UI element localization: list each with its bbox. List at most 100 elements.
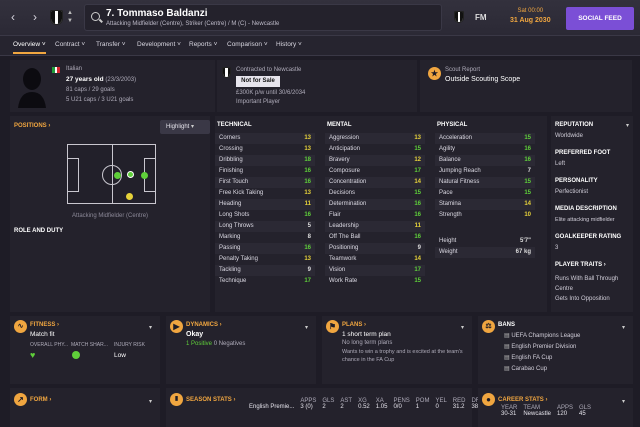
- attribute-row[interactable]: Flair 16: [325, 210, 425, 221]
- attribute-row[interactable]: Balance 16: [435, 155, 535, 166]
- traits-label[interactable]: PLAYER TRAITS ›: [555, 262, 606, 268]
- attribute-name: Marking: [219, 234, 241, 240]
- social-feed-button[interactable]: SOCIAL FEED: [566, 7, 634, 30]
- attribute-row[interactable]: Technique 17: [215, 276, 315, 287]
- positions-title[interactable]: POSITIONS ›: [14, 123, 50, 129]
- contract-title: Contracted to Newcastle: [236, 67, 302, 73]
- game-date[interactable]: Sat 00:00 31 Aug 2030: [510, 6, 551, 26]
- table-cell: 3 (0): [300, 404, 313, 410]
- attribute-row[interactable]: Vision 17: [325, 265, 425, 276]
- injury-risk-label: INJURY RISK: [114, 342, 145, 348]
- info-sidebar: REPUTATION ▾ Worldwide PREFERRED FOOT Le…: [551, 116, 633, 312]
- attribute-row[interactable]: Pace 15: [435, 188, 535, 199]
- attribute-row[interactable]: Determination 16: [325, 199, 425, 210]
- chevron-down-icon[interactable]: ▾: [461, 324, 464, 331]
- tab-development[interactable]: Development ˅: [137, 41, 181, 48]
- tab-transfer[interactable]: Transfer ˅: [96, 41, 126, 48]
- chevron-down-icon[interactable]: ▾: [149, 398, 152, 405]
- attribute-row[interactable]: First Touch 16: [215, 177, 315, 188]
- chevron-down-icon[interactable]: ▾: [622, 398, 625, 405]
- table-row[interactable]: 30-31 Newcastle 120 45: [498, 411, 594, 417]
- position-dot-mc[interactable]: [114, 172, 121, 179]
- club-badge-icon[interactable]: [454, 11, 464, 23]
- chevron-down-icon[interactable]: ▾: [149, 324, 152, 331]
- bans-title: BANS: [498, 322, 516, 328]
- position-dot-amc[interactable]: [127, 171, 134, 178]
- chevron-down-icon: ▾: [191, 124, 195, 130]
- chevron-down-icon[interactable]: ▾: [626, 122, 629, 129]
- dynamics-title[interactable]: DYNAMICS ›: [186, 322, 222, 328]
- attribute-value: 17: [304, 278, 311, 284]
- highlight-dropdown[interactable]: Highlight ▾: [160, 120, 210, 134]
- top-bar: ‹ › ▲ ▼ 7. Tommaso Baldanzi Attacking Mid…: [0, 0, 640, 36]
- attribute-row[interactable]: Concentration 14: [325, 177, 425, 188]
- attribute-row[interactable]: Marking 8: [215, 232, 315, 243]
- position-dot-st[interactable]: [141, 172, 148, 179]
- attribute-value: 9: [417, 245, 421, 251]
- attribute-row[interactable]: Stamina 14: [435, 199, 535, 210]
- attribute-row[interactable]: Positioning 9: [325, 243, 425, 254]
- forward-arrow-icon[interactable]: ›: [33, 10, 37, 24]
- attribute-row[interactable]: Jumping Reach 7: [435, 166, 535, 177]
- tab-comparison[interactable]: Comparison ˅: [227, 41, 268, 48]
- attribute-row[interactable]: Anticipation 15: [325, 144, 425, 155]
- chevron-down-icon[interactable]: ▾: [305, 324, 308, 331]
- fitness-title[interactable]: FITNESS ›: [30, 322, 59, 328]
- tab-history[interactable]: History ˅: [276, 41, 302, 48]
- attribute-row[interactable]: Decisions 15: [325, 188, 425, 199]
- player-search-box[interactable]: 7. Tommaso Baldanzi Attacking Midfielder…: [84, 4, 442, 31]
- attribute-row[interactable]: Teamwork 14: [325, 254, 425, 265]
- table-cell: 0.52: [358, 404, 370, 410]
- back-arrow-icon[interactable]: ‹: [11, 10, 15, 24]
- attribute-row[interactable]: Off The Ball 16: [325, 232, 425, 243]
- attribute-row[interactable]: Work Rate 15: [325, 276, 425, 287]
- club-crest-icon: [222, 67, 231, 78]
- attribute-value: 13: [304, 256, 311, 262]
- attribute-row[interactable]: Long Throws 5: [215, 221, 315, 232]
- tab-overview[interactable]: Overview ˅: [13, 41, 46, 54]
- attribute-row[interactable]: Corners 13: [215, 133, 315, 144]
- attribute-row[interactable]: Dribbling 18: [215, 155, 315, 166]
- position-dot-aml[interactable]: [126, 193, 133, 200]
- tab-reports[interactable]: Reports ˅: [189, 41, 217, 48]
- attribute-row[interactable]: Aggression 13: [325, 133, 425, 144]
- attribute-row[interactable]: Strength 10: [435, 210, 535, 221]
- attribute-row[interactable]: Leadership 11: [325, 221, 425, 232]
- positive-count: 1 Positive: [186, 341, 213, 347]
- attribute-row[interactable]: Bravery 12: [325, 155, 425, 166]
- attribute-name: Concentration: [329, 179, 367, 185]
- fm-logo[interactable]: FM: [475, 13, 487, 22]
- attribute-row[interactable]: Penalty Taking 13: [215, 254, 315, 265]
- contract-panel[interactable]: Contracted to Newcastle Not for Sale £30…: [217, 60, 417, 112]
- form-title[interactable]: FORM ›: [30, 397, 51, 403]
- attribute-row[interactable]: Tackling 9: [215, 265, 315, 276]
- attribute-row[interactable]: Agility 16: [435, 144, 535, 155]
- attribute-name: Long Shots: [219, 212, 250, 218]
- star-icon: ★: [428, 67, 441, 80]
- media-value: Elite attacking midfielder: [555, 217, 615, 223]
- italy-flag-icon: [52, 67, 61, 73]
- chevron-updown-icon[interactable]: ▲ ▼: [67, 9, 73, 25]
- attribute-row[interactable]: Finishing 16: [215, 166, 315, 177]
- scout-panel[interactable]: ★ Scout Report Outside Scouting Scope: [420, 60, 632, 112]
- career-stats-title[interactable]: CAREER STATS ›: [498, 397, 547, 403]
- dynamics-panel: ▶ DYNAMICS › Okay ▾ 1 Positive 0 Negativ…: [166, 316, 316, 384]
- attribute-value: 17: [414, 267, 421, 273]
- dynamics-value: Okay: [186, 331, 204, 338]
- tab-contract[interactable]: Contract ˅: [55, 41, 85, 48]
- attribute-name: Dribbling: [219, 157, 243, 163]
- attribute-row[interactable]: Acceleration 15: [435, 133, 535, 144]
- attribute-row[interactable]: Passing 16: [215, 243, 315, 254]
- attribute-name: Corners: [219, 135, 241, 141]
- person-icon: ●: [482, 393, 495, 406]
- attribute-row[interactable]: Free Kick Taking 13: [215, 188, 315, 199]
- season-stats-title[interactable]: SEASON STATS ›: [186, 397, 235, 403]
- attribute-row[interactable]: Natural Fitness 15: [435, 177, 535, 188]
- attribute-row[interactable]: Composure 17: [325, 166, 425, 177]
- attribute-row[interactable]: Long Shots 16: [215, 210, 315, 221]
- chevron-down-icon[interactable]: ▾: [622, 324, 625, 331]
- plans-title[interactable]: PLANS ›: [342, 322, 366, 328]
- reputation-label[interactable]: REPUTATION: [555, 122, 593, 128]
- attribute-row[interactable]: Heading 11: [215, 199, 315, 210]
- attribute-row[interactable]: Crossing 13: [215, 144, 315, 155]
